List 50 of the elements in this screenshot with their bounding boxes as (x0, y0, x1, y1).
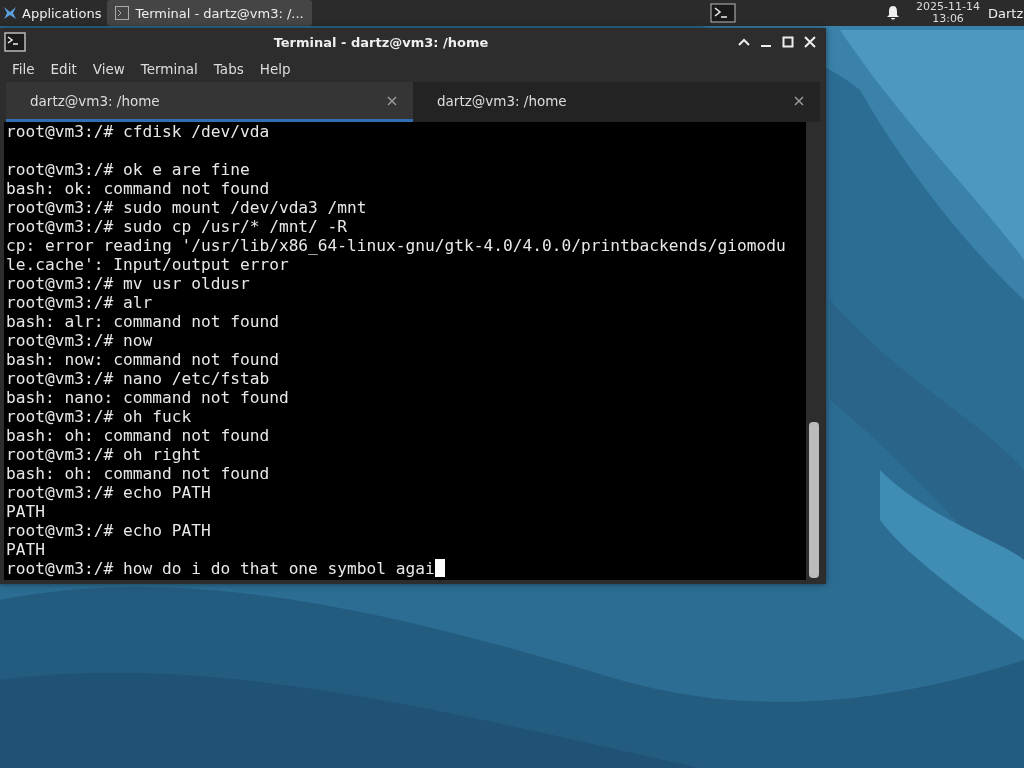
menu-item[interactable]: Terminal (132, 59, 206, 79)
menu-item[interactable]: Tabs (205, 59, 252, 79)
taskbar-window-button[interactable]: Terminal - dartz@vm3: /... (107, 0, 312, 26)
terminal-line: root@vm3:/# sudo cp /usr/* /mnt/ -R (6, 217, 348, 236)
terminal-line: root@vm3:/# nano /etc/fstab (6, 369, 270, 388)
terminal-line: PATH (6, 502, 45, 521)
terminal-icon (115, 6, 130, 20)
text-cursor (434, 559, 445, 577)
terminal-line: cp: error reading '/usr/lib/x86_64-linux-gnu/gtk-4.0/4.0.0/printbackends/giomodu (6, 236, 786, 255)
terminal-line: root@vm3:/# cfdisk /dev/vda (6, 122, 270, 141)
terminal-line: bash: nano: command not found (6, 388, 289, 407)
terminal-line: root@vm3:/# now (6, 331, 153, 350)
menu-item[interactable]: Help (251, 59, 299, 79)
terminal-line: root@vm3:/# alr (6, 293, 153, 312)
terminal-line: bash: ok: command not found (6, 179, 270, 198)
tab-label: dartz@vm3: /home (437, 92, 567, 109)
close-icon[interactable] (794, 95, 804, 106)
terminal-line: bash: oh: command not found (6, 426, 270, 445)
terminal-line: root@vm3:/# ok e are fine (6, 160, 250, 179)
user-name[interactable]: Dartz (988, 5, 1024, 21)
menu-item[interactable]: Edit (42, 59, 85, 79)
maximize-icon[interactable] (780, 34, 796, 50)
terminal-line: root@vm3:/# oh right (6, 445, 201, 464)
terminal-line: le.cache': Input/output error (6, 255, 289, 274)
scrollbar-thumb[interactable] (809, 422, 819, 578)
terminal-line: bash: now: command not found (6, 350, 279, 369)
terminal-tab[interactable]: dartz@vm3: /home (6, 82, 413, 122)
terminal-line: root@vm3:/# echo PATH (6, 483, 211, 502)
terminal-icon (4, 32, 26, 52)
terminal-line: root@vm3:/# mv usr oldusr (6, 274, 250, 293)
clock-time: 13:06 (932, 13, 964, 25)
terminal-line: PATH (6, 540, 45, 559)
terminal-line: bash: alr: command not found (6, 312, 279, 331)
terminal-output[interactable] (4, 122, 822, 580)
clock-date: 2025-11-14 (916, 1, 980, 13)
terminal-line: bash: oh: command not found (6, 464, 270, 483)
window-title: Terminal - dartz@vm3: /home (272, 34, 490, 50)
terminal-line: root@vm3:/# how do i do that one symbol agai (6, 559, 435, 578)
terminal-line: root@vm3:/# oh fuck (6, 407, 192, 426)
bell-icon[interactable] (886, 5, 901, 21)
menu-item[interactable]: File (4, 59, 43, 79)
applications-menu[interactable]: Applications (0, 0, 108, 26)
terminal-icon[interactable] (710, 3, 737, 23)
scrollbar[interactable] (806, 122, 822, 580)
terminal-line: root@vm3:/# echo PATH (6, 521, 211, 540)
terminal-tab[interactable]: dartz@vm3: /home (413, 82, 820, 122)
close-icon[interactable] (802, 34, 818, 50)
terminal-line: root@vm3:/# sudo mount /dev/vda3 /mnt (6, 198, 367, 217)
tab-label: dartz@vm3: /home (30, 92, 160, 109)
menu-item[interactable]: View (84, 59, 133, 79)
